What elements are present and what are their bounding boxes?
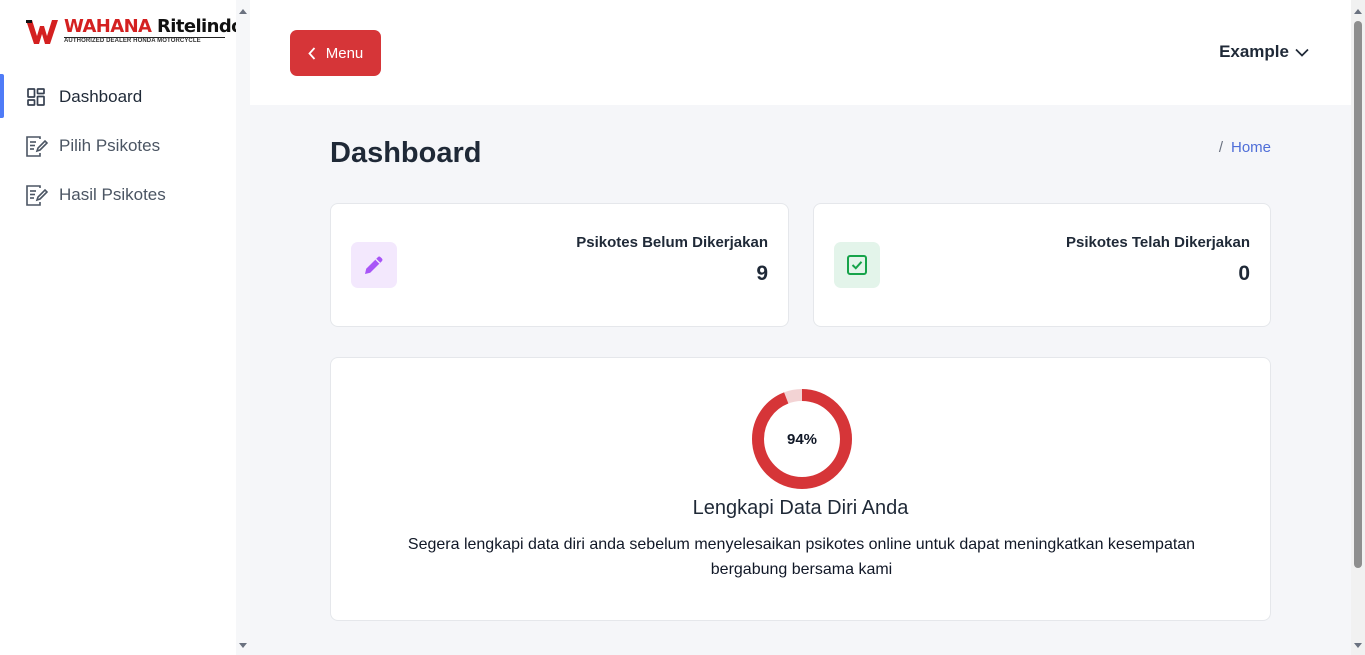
sidebar-item-pilih-psikotes[interactable]: Pilih Psikotes <box>0 121 236 170</box>
window-scrollbar[interactable] <box>1351 0 1365 655</box>
main-content: Dashboard / Home Psikotes Belum Dikerjak… <box>250 105 1351 655</box>
brand-name-part1: WAHANA <box>64 16 152 37</box>
stat-label: Psikotes Telah Dikerjakan <box>1066 234 1250 251</box>
dashboard-grid-icon <box>24 85 48 109</box>
chevron-left-icon <box>308 46 315 60</box>
sidebar-item-label: Dashboard <box>59 86 143 106</box>
chevron-down-icon <box>1295 48 1309 57</box>
menu-toggle-button[interactable]: Menu <box>290 30 381 76</box>
check-square-icon <box>847 255 867 275</box>
stat-card-belum: Psikotes Belum Dikerjakan 9 <box>330 203 789 327</box>
profile-completion-card: 94% Lengkapi Data Diri Anda Segera lengk… <box>330 357 1271 621</box>
brand-name: WAHANA Ritelindo <box>64 16 244 38</box>
sidebar-item-dashboard[interactable]: Dashboard <box>0 72 236 121</box>
sidebar: WAHANA Ritelindo AUTHORIZED DEALER HONDA… <box>0 0 244 655</box>
scroll-up-arrow-icon[interactable] <box>239 9 247 14</box>
brand-logo[interactable]: WAHANA Ritelindo AUTHORIZED DEALER HONDA… <box>26 16 244 48</box>
stat-icon-container <box>351 242 397 288</box>
scroll-up-arrow-icon[interactable] <box>1354 9 1362 14</box>
stat-card-telah: Psikotes Telah Dikerjakan 0 <box>813 203 1271 327</box>
breadcrumb: / Home <box>1219 139 1271 156</box>
stat-value: 0 <box>1238 262 1250 285</box>
scroll-down-arrow-icon[interactable] <box>1354 643 1362 648</box>
profile-card-title: Lengkapi Data Diri Anda <box>692 497 909 519</box>
sidebar-item-label: Pilih Psikotes <box>59 135 161 155</box>
stat-value: 9 <box>756 262 768 285</box>
sidebar-scrollbar[interactable] <box>236 0 250 655</box>
scroll-down-arrow-icon[interactable] <box>239 643 247 648</box>
breadcrumb-separator: / <box>1218 139 1223 156</box>
topbar: Menu Example <box>250 0 1351 105</box>
scrollbar-thumb[interactable] <box>1354 21 1362 568</box>
wahana-logo-icon <box>26 20 58 44</box>
sidebar-item-label: Hasil Psikotes <box>59 184 166 204</box>
pencil-icon <box>365 256 383 274</box>
stat-label: Psikotes Belum Dikerjakan <box>576 234 768 251</box>
sidebar-item-hasil-psikotes[interactable]: Hasil Psikotes <box>0 170 236 219</box>
user-name: Example <box>1219 42 1289 61</box>
page-title: Dashboard <box>330 137 482 169</box>
menu-button-label: Menu <box>325 44 364 62</box>
profile-card-description: Segera lengkapi data diri anda sebelum m… <box>407 536 1196 578</box>
brand-name-part2: Ritelindo <box>157 16 243 37</box>
breadcrumb-home-link[interactable]: Home <box>1231 139 1271 156</box>
stat-icon-container <box>834 242 880 288</box>
brand-tagline: AUTHORIZED DEALER HONDA MOTORCYCLE <box>64 38 201 44</box>
sidebar-nav: Dashboard Pilih Psikotes Hasil Psikotes <box>0 72 236 219</box>
progress-percent-label: 94% <box>786 430 818 448</box>
user-dropdown[interactable]: Example <box>1219 42 1309 62</box>
document-edit-icon <box>24 134 48 158</box>
document-edit-icon <box>24 183 48 207</box>
